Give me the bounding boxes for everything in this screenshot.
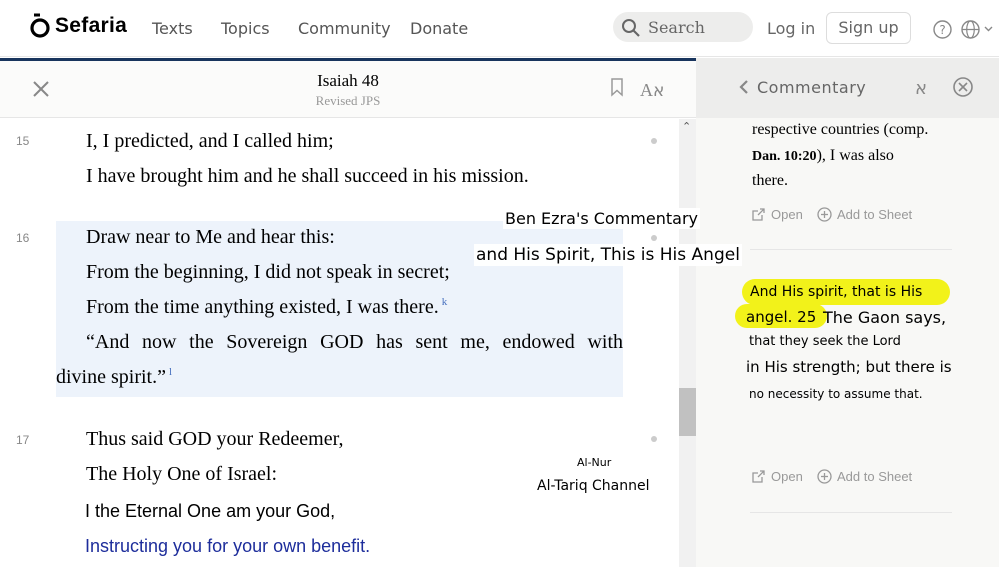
nav-topics[interactable]: Topics — [221, 19, 270, 38]
verse-line[interactable]: The Holy One of Israel: — [86, 463, 277, 486]
commentary-text: that they seek the Lord — [749, 334, 901, 349]
open-label: Open — [771, 469, 803, 484]
search-icon — [622, 19, 640, 37]
commentary-text: no necessity to assume that. — [749, 387, 923, 401]
svg-text:A: A — [640, 80, 653, 99]
search-input[interactable]: Search — [613, 12, 753, 42]
verse-line[interactable]: Draw near to Me and hear this: — [86, 226, 335, 249]
svg-text:?: ? — [939, 23, 945, 37]
footnote-marker[interactable]: k — [442, 296, 448, 308]
divider — [750, 249, 952, 250]
verse-line[interactable]: I have brought him and he shall succeed … — [86, 165, 529, 188]
open-label: Open — [771, 207, 803, 222]
overlay-subtitle: and His Spirit, This is His Angel — [474, 244, 742, 266]
verse-marker-dot — [651, 436, 657, 442]
verse-line-text: From the time anything existed, I was th… — [86, 296, 439, 318]
verse-line[interactable]: I, I predicted, and I called him; — [86, 130, 334, 153]
top-navigation: Sefaria Texts Topics Community Donate Se… — [0, 0, 999, 57]
text-reference-title[interactable]: Isaiah 48 — [0, 71, 696, 91]
panel-title[interactable]: Commentary — [757, 78, 866, 97]
plus-circle-icon — [817, 207, 832, 222]
search-placeholder: Search — [648, 18, 705, 37]
sefaria-logo[interactable]: Sefaria — [30, 12, 127, 40]
verse-number[interactable]: 15 — [16, 134, 29, 148]
nav-donate[interactable]: Donate — [410, 19, 468, 38]
overlay-channel-small: Al-Nur — [577, 456, 612, 469]
close-panel-icon[interactable] — [953, 77, 973, 97]
login-link[interactable]: Log in — [767, 19, 815, 38]
svg-text:א: א — [915, 78, 927, 97]
verse-marker-dot — [651, 235, 657, 241]
external-link-icon — [752, 208, 765, 221]
scrollbar-thumb[interactable] — [679, 388, 696, 436]
scrollbar-track[interactable] — [679, 119, 696, 567]
commentary-text: there. — [752, 172, 788, 189]
open-link[interactable]: Open — [751, 207, 803, 222]
verse-line[interactable]: From the beginning, I did not speak in s… — [86, 261, 450, 284]
verse-line-text: divine spirit.” — [56, 366, 166, 388]
verse-line-link[interactable]: Instructing you for your own benefit. — [85, 536, 370, 557]
verse-number[interactable]: 17 — [16, 433, 29, 447]
commentary-text-rest: ), I was also — [816, 147, 894, 164]
text-column: 15 I, I predicted, and I called him; I h… — [0, 119, 680, 567]
external-link-icon — [752, 470, 765, 483]
scroll-up-arrow-icon[interactable]: ⌃ — [682, 120, 691, 133]
overlay-channel: Al-Tariq Channel — [537, 478, 650, 494]
commentary-ref-link[interactable]: Dan. 10:20 — [752, 149, 817, 164]
reader-header: Isaiah 48 Revised JPS A א — [0, 58, 696, 118]
highlighted-commentary-text[interactable]: angel. 25 — [746, 308, 816, 326]
verse-marker-dot — [651, 138, 657, 144]
add-to-sheet-button[interactable]: Add to Sheet — [817, 469, 912, 484]
logo-text: Sefaria — [55, 14, 128, 37]
commentary-panel-header: Commentary א — [696, 58, 999, 118]
verse-line[interactable]: I the Eternal One am your God, — [85, 501, 335, 522]
footnote-marker[interactable]: l — [169, 366, 172, 378]
globe-language-icon[interactable] — [961, 20, 995, 39]
verse-line[interactable]: From the time anything existed, I was th… — [86, 296, 447, 319]
svg-text:א: א — [653, 81, 664, 99]
text-settings-icon[interactable]: A א — [640, 79, 668, 99]
open-link[interactable]: Open — [751, 469, 803, 484]
verse-line[interactable]: “And now the Sovereign GOD has sent me, … — [86, 331, 623, 354]
add-to-sheet-label: Add to Sheet — [837, 207, 913, 222]
add-to-sheet-button[interactable]: Add to Sheet — [817, 207, 912, 222]
verse-line[interactable]: divine spirit.” l — [56, 366, 172, 389]
text-version[interactable]: Revised JPS — [0, 93, 696, 109]
commentary-text: Dan. 10:20), I was also — [752, 147, 894, 165]
verse-line[interactable]: Thus said GOD your Redeemer, — [86, 428, 343, 451]
commentary-text: The Gaon says, — [823, 308, 947, 327]
nav-community[interactable]: Community — [298, 19, 391, 38]
divider — [750, 512, 952, 513]
language-toggle-icon[interactable]: א — [913, 77, 933, 97]
plus-circle-icon — [817, 469, 832, 484]
signup-button[interactable]: Sign up — [826, 12, 911, 44]
help-icon[interactable]: ? — [933, 20, 952, 39]
highlighted-commentary-text[interactable]: And His spirit, that is His — [750, 284, 922, 300]
bookmark-icon[interactable] — [610, 78, 624, 97]
overlay-commentary-name: Ben Ezra's Commentary — [503, 208, 700, 229]
commentary-text: respective countries (comp. — [752, 121, 929, 138]
verse-number[interactable]: 16 — [16, 231, 29, 245]
nav-texts[interactable]: Texts — [152, 19, 193, 38]
chevron-left-icon[interactable] — [738, 79, 750, 95]
commentary-text: in His strength; but there is — [746, 358, 952, 376]
sefaria-logo-icon — [30, 13, 50, 38]
add-to-sheet-label: Add to Sheet — [837, 469, 913, 484]
